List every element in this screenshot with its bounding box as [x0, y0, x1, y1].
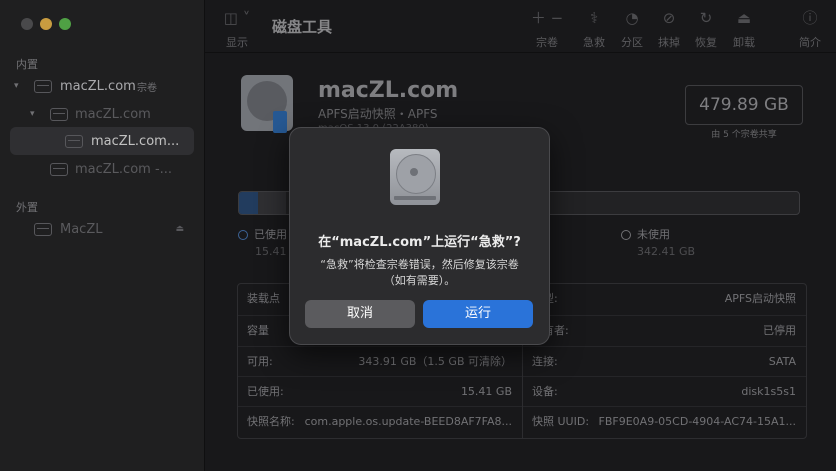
cancel-button[interactable]: 取消 — [305, 300, 415, 328]
disk-utility-window: 内置 ▾ macZL.com 宗卷 ▾ macZL.com macZL.com.… — [0, 0, 836, 471]
dialog-title: 在“macZL.com”上运行“急救”? — [318, 235, 521, 250]
first-aid-dialog: 在“macZL.com”上运行“急救”? “急救”将检查宗卷错误，然后修复该宗卷… — [289, 127, 550, 345]
dialog-message: “急救”将检查宗卷错误，然后修复该宗卷（如有需要）。 — [320, 258, 519, 287]
hard-disk-icon — [390, 149, 440, 205]
run-button[interactable]: 运行 — [423, 300, 533, 328]
disk-stripe — [394, 196, 436, 200]
